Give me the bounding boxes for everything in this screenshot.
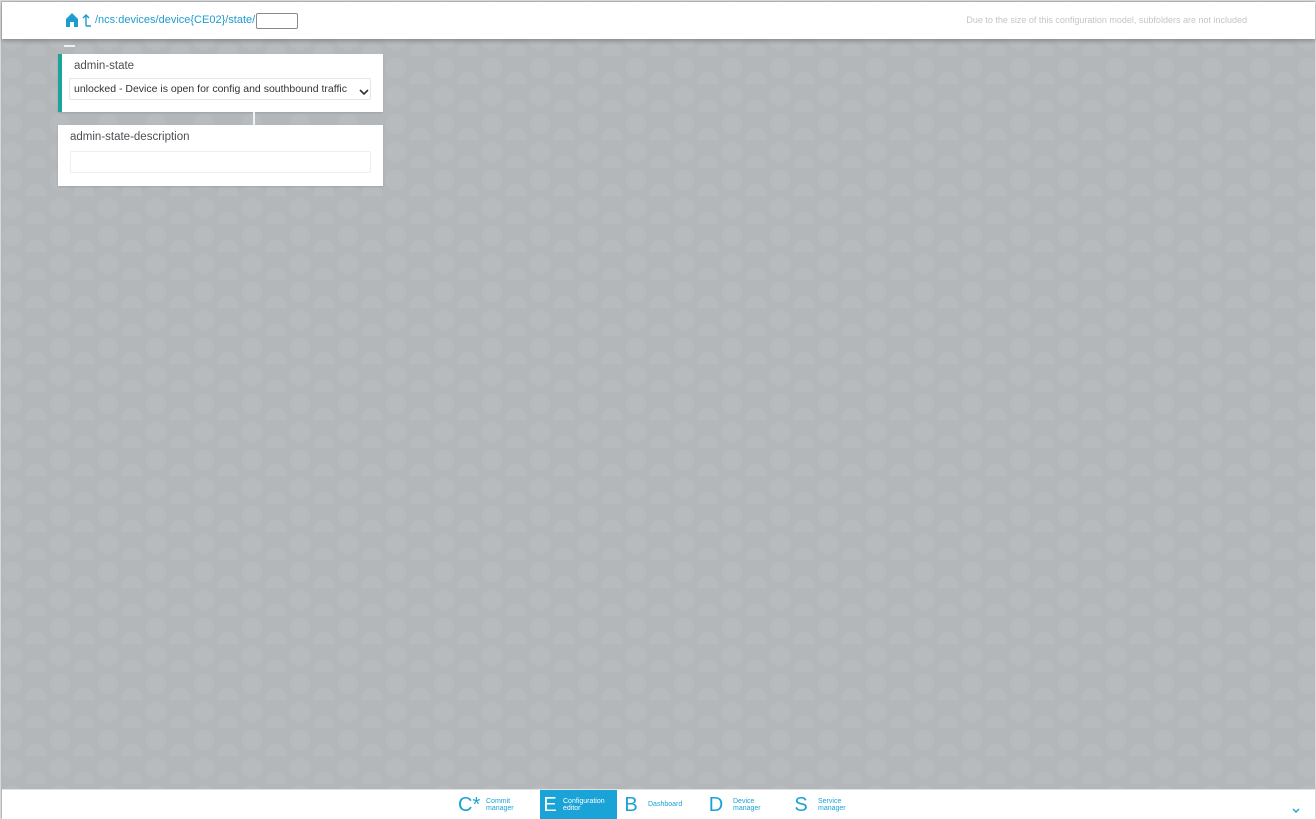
- nav-letter: B: [624, 793, 638, 816]
- path-input[interactable]: [256, 13, 298, 29]
- nav-label: Device manager: [733, 797, 761, 812]
- nav-label: Service manager: [818, 797, 846, 812]
- nav-label: Dashboard: [648, 801, 683, 808]
- field-label: admin-state-description: [70, 131, 190, 143]
- field-label: admin-state: [74, 60, 135, 72]
- field-card-admin-state-description: admin-state-description: [58, 125, 383, 186]
- parent-folder-icon[interactable]: [82, 13, 92, 27]
- nav-letter: S: [794, 793, 808, 816]
- admin-state-description-input[interactable]: [70, 151, 371, 173]
- nav-letter: E: [543, 793, 557, 816]
- nav-letter: D: [708, 793, 724, 816]
- top-bar: /ncs:devices/device{CE02}/state/ Due to …: [2, 2, 1315, 39]
- nav-label: Configuration editor: [563, 797, 605, 812]
- nav-label: Commit manager: [486, 797, 514, 812]
- tree-connector: [253, 112, 255, 125]
- subfolder-notice: Due to the size of this configuration mo…: [966, 15, 1247, 25]
- field-card-admin-state: admin-state unlocked - Device is open fo…: [58, 54, 383, 112]
- collapse-indicator[interactable]: [64, 45, 75, 47]
- nav-device-manager[interactable]: D Device manager: [702, 790, 787, 819]
- nav-configuration-editor[interactable]: E Configuration editor: [540, 790, 617, 819]
- admin-state-select[interactable]: unlocked - Device is open for config and…: [69, 78, 371, 100]
- home-icon[interactable]: [66, 13, 78, 27]
- app-frame: /ncs:devices/device{CE02}/state/ Due to …: [0, 0, 1316, 819]
- breadcrumb-path[interactable]: /ncs:devices/device{CE02}/state/: [95, 14, 255, 26]
- nav-letter: C*: [458, 793, 481, 816]
- app-switcher: C* Commit manager E Configuration editor…: [455, 790, 872, 819]
- nav-dashboard[interactable]: B Dashboard: [617, 790, 702, 819]
- nav-commit-manager[interactable]: C* Commit manager: [455, 790, 540, 819]
- nav-service-manager[interactable]: S Service manager: [787, 790, 872, 819]
- chevron-down-icon[interactable]: [1291, 802, 1301, 813]
- bottom-nav-bar: C* Commit manager E Configuration editor…: [2, 789, 1315, 819]
